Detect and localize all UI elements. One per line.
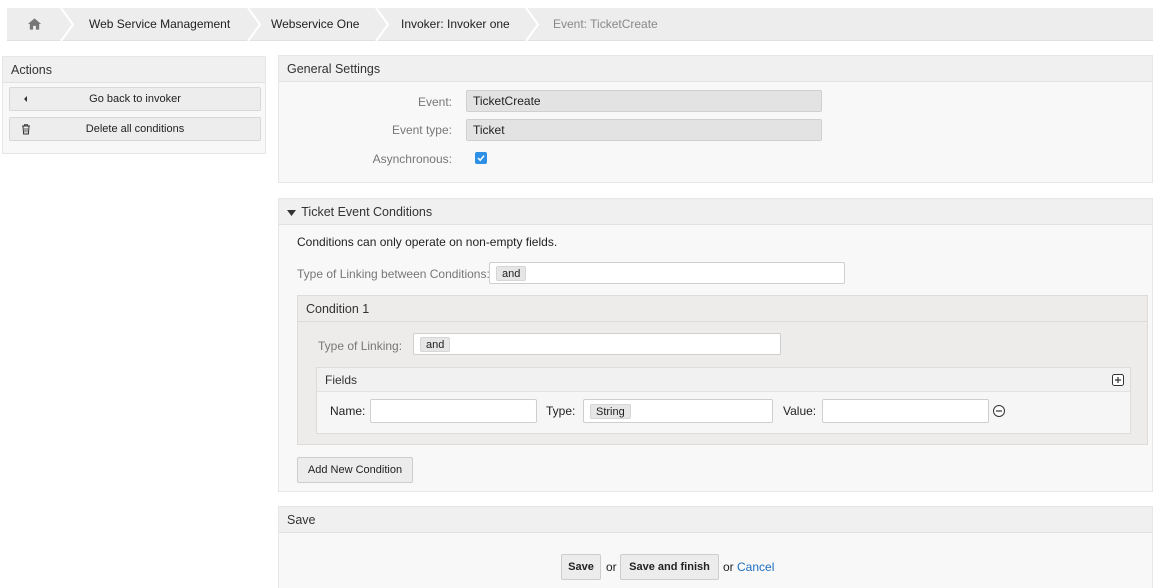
field-value-label: Value: xyxy=(783,404,817,418)
condition-box: Condition 1 Type of Linking: and Fields … xyxy=(297,295,1148,445)
breadcrumb-item-web-service-management[interactable]: Web Service Management xyxy=(89,8,230,41)
save-button[interactable]: Save xyxy=(561,554,601,580)
collapse-triangle-icon xyxy=(287,209,296,216)
conditions-note: Conditions can only operate on non-empty… xyxy=(297,235,558,249)
field-value-input[interactable] xyxy=(822,399,989,423)
breadcrumb-separator xyxy=(525,8,539,41)
save-panel: Save Save or Save and finish or Cancel xyxy=(278,506,1153,588)
linking-between-conditions-label: Type of Linking between Conditions: xyxy=(297,267,490,281)
general-settings-title: General Settings xyxy=(279,56,1152,82)
breadcrumb-item-invoker[interactable]: Invoker: Invoker one xyxy=(401,8,510,41)
fields-box: Fields Name: Type: String Value: xyxy=(316,367,1131,434)
field-type-label: Type: xyxy=(546,404,576,418)
actions-title: Actions xyxy=(3,57,265,83)
asynchronous-checkbox[interactable] xyxy=(475,152,487,164)
actions-panel: Actions Go back to invoker Delete all co… xyxy=(2,56,266,154)
condition-linking-select[interactable]: and xyxy=(413,333,781,355)
event-field: TicketCreate xyxy=(466,90,822,112)
remove-field-icon[interactable] xyxy=(993,405,1005,417)
or-text: or xyxy=(723,560,734,574)
check-icon xyxy=(477,155,485,162)
field-type-select[interactable]: String xyxy=(583,399,773,423)
conditions-title: Ticket Event Conditions xyxy=(301,205,433,219)
asynchronous-label: Asynchronous: xyxy=(372,152,452,166)
linking-between-conditions-value: and xyxy=(496,266,527,281)
add-new-condition-button[interactable]: Add New Condition xyxy=(297,457,413,483)
event-type-field: Ticket xyxy=(466,119,822,141)
home-icon[interactable] xyxy=(27,17,42,31)
field-name-input[interactable] xyxy=(370,399,537,423)
general-settings-panel: General Settings Event: TicketCreate Eve… xyxy=(278,55,1153,183)
breadcrumb-item-current: Event: TicketCreate xyxy=(553,17,658,31)
or-text: or xyxy=(606,560,617,574)
go-back-label: Go back to invoker xyxy=(89,93,181,105)
field-name-label: Name: xyxy=(330,404,366,418)
condition-title: Condition 1 xyxy=(298,296,1147,322)
fields-title: Fields xyxy=(317,368,1130,392)
breadcrumb-item-webservice-one[interactable]: Webservice One xyxy=(271,8,359,41)
conditions-header[interactable]: Ticket Event Conditions xyxy=(279,199,1152,225)
add-field-icon[interactable] xyxy=(1112,374,1124,386)
breadcrumb-separator xyxy=(375,8,389,41)
breadcrumb-separator xyxy=(247,8,261,41)
delete-all-conditions-button[interactable]: Delete all conditions xyxy=(9,117,261,141)
delete-all-conditions-label: Delete all conditions xyxy=(85,123,185,135)
condition-linking-label: Type of Linking: xyxy=(318,339,403,353)
cancel-link[interactable]: Cancel xyxy=(737,560,774,574)
event-label: Event: xyxy=(417,95,452,109)
breadcrumb: Web Service Management Webservice One In… xyxy=(7,8,1153,41)
save-title: Save xyxy=(279,507,1152,533)
event-type-label: Event type: xyxy=(391,123,452,137)
save-and-finish-button[interactable]: Save and finish xyxy=(620,554,719,580)
breadcrumb-separator xyxy=(60,8,74,41)
ticket-event-conditions-panel: Ticket Event Conditions Conditions can o… xyxy=(278,198,1153,492)
go-back-button[interactable]: Go back to invoker xyxy=(9,87,261,111)
linking-between-conditions-select[interactable]: and xyxy=(489,262,845,284)
field-type-value: String xyxy=(590,404,631,419)
condition-linking-value: and xyxy=(420,337,451,352)
